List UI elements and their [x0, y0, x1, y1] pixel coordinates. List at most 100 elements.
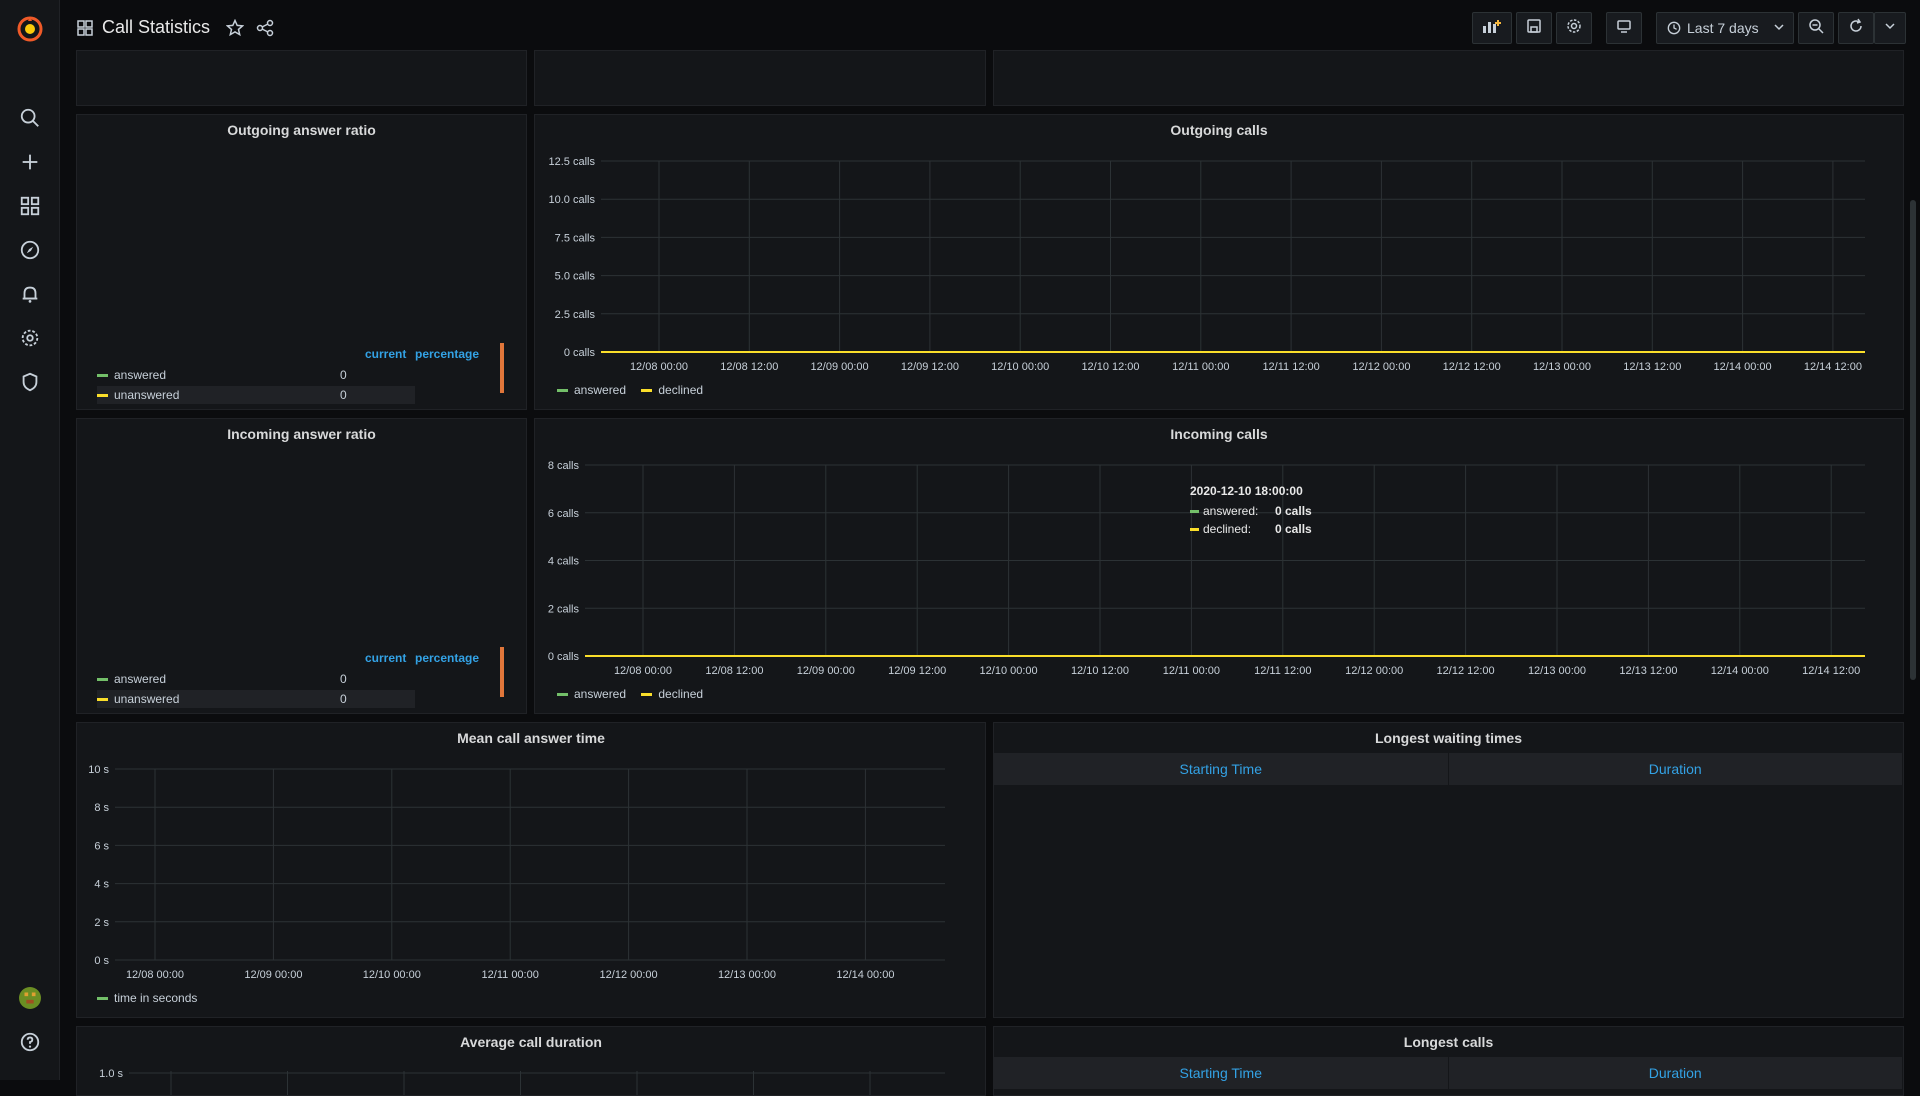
plus-icon[interactable] [18, 150, 42, 174]
x-tick-label: 12/14 12:00 [1804, 361, 1862, 373]
grafana-logo[interactable] [16, 15, 44, 43]
chart-tooltip: 2020-12-10 18:00:00 answered: 0 calls dec… [1190, 484, 1312, 538]
x-tick-label: 12/10 12:00 [1081, 361, 1139, 373]
series-swatch [641, 389, 653, 393]
y-tick-label: 10.0 calls [549, 194, 596, 206]
star-icon[interactable] [225, 18, 245, 42]
x-tick-label: 12/11 12:00 [1262, 361, 1319, 373]
time-range-picker[interactable]: Last 7 days [1656, 12, 1794, 44]
refresh-button[interactable] [1838, 12, 1874, 44]
help-icon[interactable] [18, 1030, 42, 1054]
panel-mean-call-answer-time[interactable]: Mean call answer time 0 s2 s4 s6 s8 s 10 … [76, 722, 986, 1018]
panel-title[interactable]: Outgoing answer ratio [77, 122, 526, 138]
panel-longest-waiting-times[interactable]: Longest waiting times Starting Time Dura… [993, 722, 1904, 1018]
x-tick-label: 12/09 00:00 [244, 969, 302, 981]
x-tick-label: 12/09 12:00 [888, 665, 946, 677]
clock-icon [1667, 21, 1681, 35]
x-tick-label: 12/11 00:00 [482, 969, 539, 981]
zoom-out-button[interactable] [1798, 12, 1834, 44]
panel-average-call-duration[interactable]: Average call duration 1.0 s [76, 1026, 986, 1096]
x-tick-label: 12/14 00:00 [1711, 665, 1769, 677]
y-tick-label: 0 s [94, 955, 109, 967]
x-tick-label: 12/09 00:00 [797, 665, 855, 677]
refresh-icon [1848, 18, 1864, 39]
tv-mode-button[interactable] [1606, 12, 1642, 44]
dashboards-icon[interactable] [18, 194, 42, 218]
add-panel-button[interactable] [1472, 12, 1512, 44]
tv-mode-icon [1616, 18, 1632, 39]
panel-incoming-answer-ratio[interactable]: Incoming answer ratio current percentage… [76, 418, 527, 714]
y-tick-label: 10 s [88, 764, 109, 776]
time-range-label: Last 7 days [1687, 20, 1759, 36]
series-swatch [1190, 528, 1199, 532]
alerting-icon[interactable] [18, 282, 42, 306]
mean-answer-time-chart[interactable]: 0 s 2 s 4 s 6 s 8 s 10 s 12/08 00:00 12/09 00:0… [77, 723, 986, 1018]
user-avatar[interactable] [18, 986, 42, 1010]
column-header-current[interactable]: current [365, 651, 406, 665]
x-tick-label: 12/10 00:00 [991, 361, 1049, 373]
panel-title[interactable]: Longest waiting times [994, 730, 1903, 746]
panel-title[interactable]: Longest calls [994, 1034, 1903, 1050]
legend-item-time-in-seconds[interactable]: time in seconds [97, 991, 197, 1005]
legend-item-answered[interactable]: answered [557, 383, 626, 397]
dashboard-title[interactable]: Call Statistics [102, 17, 210, 38]
dashboards-icon[interactable] [77, 20, 93, 41]
legend-row-answered[interactable]: answered 0 [97, 366, 415, 384]
chart-legend: answered declined [557, 687, 715, 701]
panel-outgoing-answer-ratio[interactable]: Outgoing answer ratio current percentage… [76, 114, 527, 410]
add-panel-icon [1482, 18, 1502, 39]
x-tick-label: 12/13 12:00 [1619, 665, 1677, 677]
legend-row-unanswered[interactable]: unanswered 0 [97, 690, 415, 708]
chevron-down-icon [1884, 19, 1896, 37]
y-tick-label: 6 calls [548, 508, 580, 520]
panel-partial-3 [993, 50, 1904, 106]
column-header-starting-time[interactable]: Starting Time [994, 753, 1449, 785]
series-swatch [557, 389, 568, 393]
table-header: Starting Time Duration [994, 753, 1903, 785]
series-swatch [97, 394, 108, 398]
panel-incoming-calls[interactable]: Incoming calls 0 calls 2 calls 4 calls 6 ca… [534, 418, 1904, 714]
panel-longest-calls[interactable]: Longest calls Starting Time Duration [993, 1026, 1904, 1096]
shield-icon[interactable] [18, 370, 42, 394]
search-icon[interactable] [18, 106, 42, 130]
tooltip-row-answered: answered: 0 calls [1190, 502, 1312, 520]
save-icon [1526, 18, 1542, 39]
average-call-duration-chart[interactable]: 1.0 s [77, 1027, 986, 1096]
x-tick-label: 12/08 12:00 [720, 361, 778, 373]
page-scrollbar[interactable] [1910, 200, 1916, 680]
chart-legend: time in seconds [97, 991, 209, 1005]
dashboard-settings-button[interactable] [1556, 12, 1592, 44]
save-dashboard-button[interactable] [1516, 12, 1552, 44]
y-tick-label: 5.0 calls [555, 271, 596, 283]
y-tick-label: 2 s [94, 917, 109, 929]
legend-item-declined[interactable]: declined [641, 687, 703, 701]
series-swatch [1190, 510, 1199, 514]
x-tick-label: 12/12 12:00 [1437, 665, 1495, 677]
column-header-percentage[interactable]: percentage [415, 651, 479, 665]
configuration-icon[interactable] [18, 326, 42, 350]
y-tick-label: 0 calls [548, 651, 580, 663]
explore-icon[interactable] [18, 238, 42, 262]
panel-outgoing-calls[interactable]: Outgoing calls 0 calls 2.5 calls 5.0 calls… [534, 114, 1904, 410]
x-tick-label: 12/08 00:00 [614, 665, 672, 677]
legend-row-unanswered[interactable]: unanswered 0 [97, 386, 415, 404]
column-header-duration[interactable]: Duration [1449, 1057, 1903, 1089]
x-tick-label: 12/12 00:00 [1345, 665, 1403, 677]
column-header-percentage[interactable]: percentage [415, 347, 479, 361]
x-tick-label: 12/08 00:00 [630, 361, 688, 373]
column-header-duration[interactable]: Duration [1449, 753, 1903, 785]
legend-item-declined[interactable]: declined [641, 383, 703, 397]
legend-row-answered[interactable]: answered 0 [97, 670, 415, 688]
column-header-starting-time[interactable]: Starting Time [994, 1057, 1449, 1089]
share-icon[interactable] [256, 19, 274, 42]
panel-title[interactable]: Incoming answer ratio [77, 426, 526, 442]
panel-partial-1 [76, 50, 527, 106]
refresh-interval-dropdown[interactable] [1874, 12, 1906, 44]
legend-item-answered[interactable]: answered [557, 687, 626, 701]
outgoing-calls-chart[interactable]: 0 calls 2.5 calls 5.0 calls 7.5 calls 10.0 c… [535, 115, 1904, 410]
series-swatch [557, 693, 568, 697]
column-header-current[interactable]: current [365, 347, 406, 361]
x-tick-label: 12/12 00:00 [600, 969, 658, 981]
x-tick-label: 12/11 00:00 [1172, 361, 1229, 373]
incoming-calls-chart[interactable]: 0 calls 2 calls 4 calls 6 calls 8 calls 12/08… [535, 419, 1904, 714]
